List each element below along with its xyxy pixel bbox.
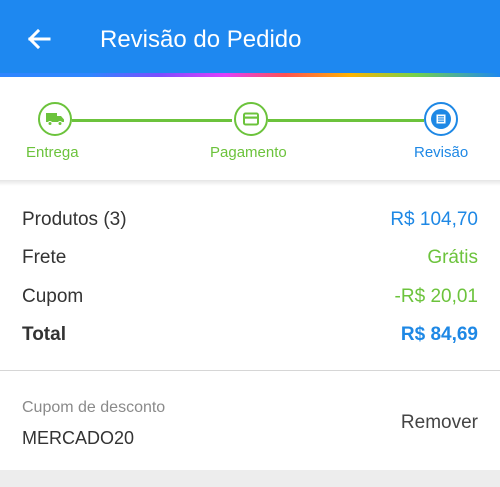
shipping-label: Frete [22, 247, 67, 268]
coupon-code: MERCADO20 [22, 428, 135, 448]
divider [0, 370, 500, 371]
credit-card-icon [243, 112, 259, 126]
total-value: R$ 84,69 [400, 324, 478, 345]
summary-row-total: Total R$ 84,69 [22, 322, 478, 348]
total-label: Total [22, 324, 66, 345]
coupon-label: Cupom [22, 286, 84, 307]
step-review[interactable] [424, 102, 458, 136]
bottom-section [0, 470, 500, 487]
step-payment[interactable] [234, 102, 268, 136]
coupon-caption: Cupom de desconto [22, 399, 166, 416]
step-label-review: Revisão [414, 144, 469, 161]
summary-row-shipping: Frete Grátis [22, 245, 478, 271]
step-label-delivery: Entrega [26, 144, 79, 161]
shipping-value: Grátis [427, 247, 478, 268]
step-label-payment: Pagamento [210, 144, 287, 161]
arrow-left-icon [27, 28, 51, 50]
step-connector [268, 119, 424, 122]
page-title: Revisão do Pedido [100, 26, 302, 53]
summary-row-products: Produtos (3) R$ 104,70 [22, 207, 478, 233]
products-label: Produtos (3) [22, 209, 127, 230]
truck-icon [46, 113, 64, 126]
step-connector [72, 119, 232, 122]
section-shadow [0, 180, 500, 186]
summary-row-coupon: Cupom -R$ 20,01 [22, 284, 478, 310]
app-bar: Revisão do Pedido [0, 0, 500, 73]
remove-coupon-button[interactable]: Remover [401, 411, 478, 435]
back-button[interactable] [22, 22, 56, 56]
checkout-stepper: Entrega Pagamento Revisão [0, 77, 500, 180]
list-icon [431, 109, 451, 129]
step-delivery[interactable] [38, 102, 72, 136]
products-value: R$ 104,70 [390, 209, 478, 230]
coupon-value: -R$ 20,01 [394, 286, 478, 307]
